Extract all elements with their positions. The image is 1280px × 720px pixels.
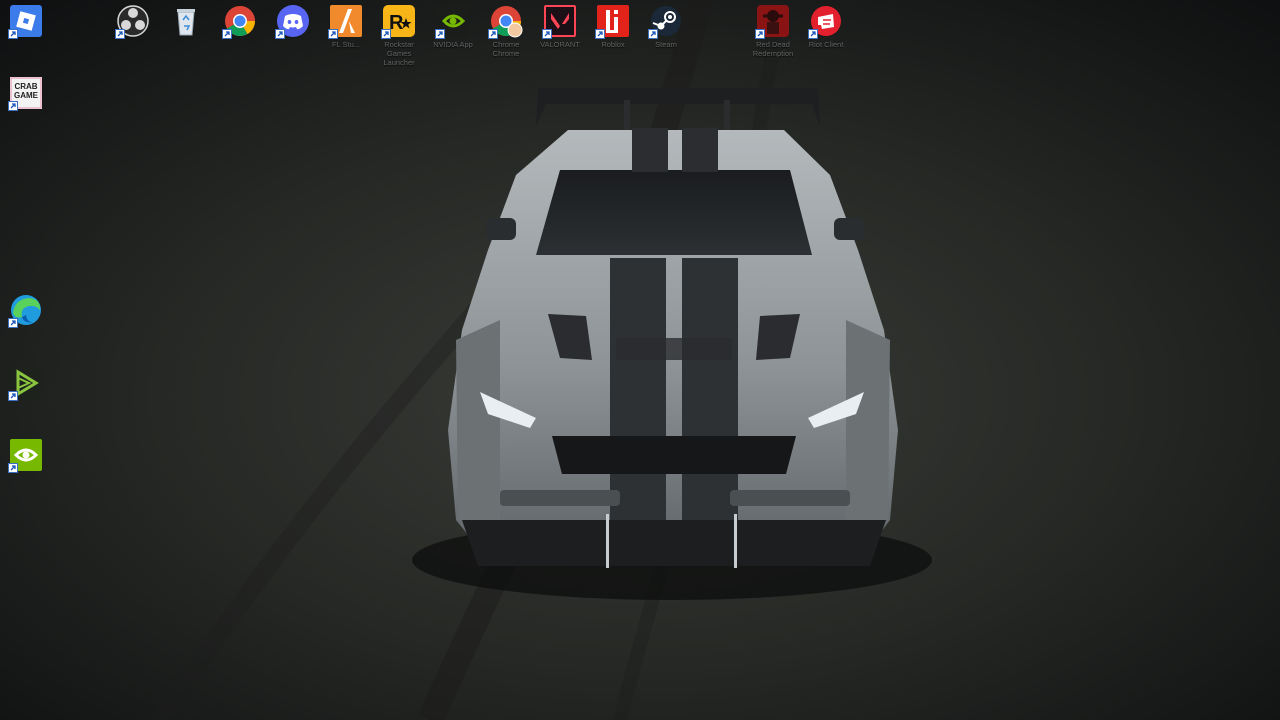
icon-label: NVIDIA App [433,40,473,49]
desktop-icon-valorant[interactable]: VALORANT [533,4,587,49]
discord-icon [275,4,310,39]
shortcut-arrow-icon [648,29,658,39]
shortcut-arrow-icon [115,29,125,39]
desktop-icon-red-dead[interactable]: Red Dead Redemption [746,4,800,58]
desktop-icon-edge[interactable] [0,293,53,329]
icon-label: Roblox [601,40,625,49]
icon-label: Red Dead Redemption [752,40,794,58]
obs-icon [115,4,150,39]
shortcut-arrow-icon [435,29,445,39]
desktop-icon-discord[interactable] [266,4,320,40]
crab-game-icon-text: CRAB GAME [14,82,38,100]
icon-label: FL Stu... [331,40,361,49]
icon-label: Rockstar Games Launcher [383,40,415,67]
roblox-icon [8,4,43,39]
desktop-icon-riot-client[interactable]: Riot Client [799,4,853,49]
shortcut-arrow-icon [8,391,18,401]
desktop-icon-nvidia-app[interactable]: NVIDIA App [426,4,480,49]
shortcut-arrow-icon [275,29,285,39]
geforce-experience-icon [8,438,43,473]
desktop-icon-roblox-studio[interactable]: Roblox [586,4,640,49]
nvidia-icon [435,4,470,39]
shortcut-arrow-icon [595,29,605,39]
shortcut-arrow-icon [8,101,18,111]
recycle-bin-icon [169,4,203,38]
desktop-icon-steam[interactable]: Steam [639,4,693,49]
svg-text:R: R [389,12,404,34]
shortcut-arrow-icon [328,29,338,39]
shortcut-arrow-icon [222,29,232,39]
desktop-wallpaper [0,0,1280,720]
shortcut-arrow-icon [542,29,552,39]
icon-label: VALORANT [540,40,580,49]
desktop-icon-roblox[interactable] [0,4,53,40]
capcut-icon [8,366,43,401]
desktop-icon-obs[interactable] [106,4,160,40]
desktop-icon-fl-studio[interactable]: FL Stu... [319,4,373,49]
riot-client-icon [808,4,843,39]
rockstar-icon: R [381,4,416,39]
shortcut-arrow-icon [488,29,498,39]
fl-studio-icon [328,4,363,39]
shortcut-arrow-icon [8,29,18,39]
desktop-icon-chrome[interactable] [213,4,267,40]
steam-icon [648,4,683,39]
desktop-icon-recycle-bin[interactable] [159,4,213,40]
chrome-icon [222,4,257,39]
roblox-studio-icon [595,4,630,39]
crab-game-icon: CRAB GAME [8,76,43,111]
desktop-icon-capcut[interactable] [0,366,53,402]
desktop-icon-crab-game[interactable]: CRAB GAME [0,76,53,112]
chrome-profile-icon [488,4,523,39]
shortcut-arrow-icon [381,29,391,39]
icon-label: Steam [655,40,677,49]
edge-icon [8,293,43,328]
icon-label: Chrome Chrome [492,40,520,58]
shortcut-arrow-icon [755,29,765,39]
desktop-icon-geforce[interactable] [0,438,53,474]
shortcut-arrow-icon [8,463,18,473]
icon-label: Riot Client [808,40,844,49]
shortcut-arrow-icon [8,318,18,328]
red-dead-icon [755,4,790,39]
desktop-icon-rockstar[interactable]: R Rockstar Games Launcher [372,4,426,67]
shortcut-arrow-icon [808,29,818,39]
valorant-icon [542,4,577,39]
desktop-icon-chrome-profile[interactable]: Chrome Chrome [479,4,533,58]
